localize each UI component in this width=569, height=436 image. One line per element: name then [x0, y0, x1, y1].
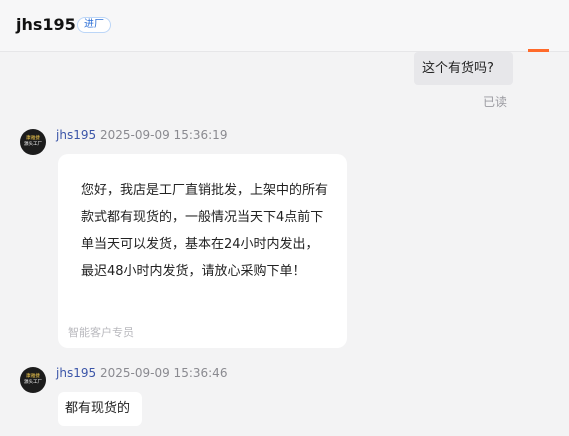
message-timestamp: 2025-09-09 15:36:19 [100, 128, 228, 142]
shop-avatar[interactable]: 康雅捷 源头工厂 [20, 129, 46, 155]
sender-name: jhs195 [56, 366, 97, 380]
shop-avatar[interactable]: 康雅捷 源头工厂 [20, 367, 46, 393]
outgoing-message-bubble: 这个有货吗? [414, 52, 513, 85]
auto-reply-label: 智能客户专员 [68, 326, 134, 339]
message-text: 您好，我店是工厂直销批发，上架中的所有款式都有现货的，一般情况当天下4点前下单当… [81, 183, 329, 279]
chat-header: jhs195 进厂 [0, 0, 569, 52]
factory-tag[interactable]: 进厂 [77, 17, 111, 33]
contact-name[interactable]: jhs195 [16, 15, 76, 34]
message-timestamp: 2025-09-09 15:36:46 [100, 366, 228, 380]
avatar-logo-line2: 源头工厂 [24, 380, 42, 385]
incoming-message-bubble: 您好，我店是工厂直销批发，上架中的所有款式都有现货的，一般情况当天下4点前下单当… [58, 154, 347, 348]
avatar-logo-line2: 源头工厂 [24, 142, 42, 147]
incoming-message-bubble: 都有现货的 [58, 392, 142, 426]
sender-name: jhs195 [56, 128, 97, 142]
accent-bar [528, 49, 549, 52]
read-status: 已读 [483, 95, 508, 109]
